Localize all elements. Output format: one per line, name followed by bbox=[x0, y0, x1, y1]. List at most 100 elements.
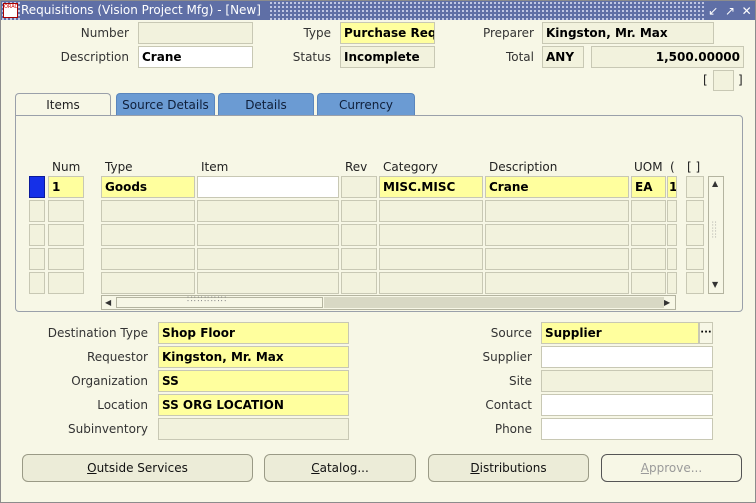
col-header-uom: UOM bbox=[634, 160, 663, 174]
supplier-label: Supplier bbox=[482, 350, 532, 364]
empty-cell[interactable] bbox=[48, 272, 84, 294]
maximize-icon[interactable]: ↗ bbox=[723, 5, 737, 17]
scroll-down-icon[interactable]: ▼ bbox=[712, 280, 718, 290]
source-field[interactable]: Supplier bbox=[541, 322, 699, 344]
row-selector[interactable] bbox=[29, 200, 45, 222]
empty-cell[interactable] bbox=[485, 200, 629, 222]
empty-cell[interactable] bbox=[197, 272, 339, 294]
empty-cell[interactable] bbox=[667, 200, 677, 222]
line-num-cell[interactable]: 1 bbox=[48, 176, 84, 198]
empty-cell[interactable] bbox=[48, 200, 84, 222]
oracle-app-icon: ORACLE bbox=[3, 3, 18, 18]
grid-horizontal-scrollbar[interactable]: ◀ ∷∷∷∷∷∷ ▶ bbox=[101, 295, 676, 310]
scroll-left-icon[interactable]: ◀ bbox=[105, 298, 111, 308]
empty-cell[interactable] bbox=[341, 272, 377, 294]
empty-cell[interactable] bbox=[379, 248, 483, 270]
row-selector[interactable] bbox=[29, 224, 45, 246]
status-field[interactable]: Incomplete bbox=[340, 46, 435, 68]
tab-details[interactable]: Details bbox=[218, 93, 314, 115]
mnemonic: D bbox=[470, 461, 480, 475]
tab-items[interactable]: Items bbox=[15, 93, 111, 116]
location-field[interactable]: SS ORG LOCATION bbox=[158, 394, 349, 416]
empty-cell[interactable] bbox=[667, 248, 677, 270]
empty-cell[interactable] bbox=[485, 248, 629, 270]
empty-cell[interactable] bbox=[667, 224, 677, 246]
line-type-cell[interactable]: Goods bbox=[101, 176, 195, 198]
catalog-button[interactable]: Catalog... bbox=[264, 454, 416, 482]
empty-cell[interactable] bbox=[686, 272, 704, 294]
empty-cell[interactable] bbox=[341, 200, 377, 222]
row-selector[interactable] bbox=[29, 272, 45, 294]
line-flexfield-cell[interactable] bbox=[686, 176, 704, 198]
button-label: utside Services bbox=[96, 461, 188, 475]
description-label: Description bbox=[60, 50, 129, 64]
row-selector[interactable] bbox=[29, 248, 45, 270]
line-rev-cell[interactable] bbox=[341, 176, 377, 198]
phone-field[interactable] bbox=[541, 418, 713, 440]
empty-cell[interactable] bbox=[631, 224, 666, 246]
subinventory-field[interactable] bbox=[158, 418, 349, 440]
empty-cell[interactable] bbox=[379, 224, 483, 246]
scroll-thumb-grip-icon[interactable]: ∷ ∷ ∷ bbox=[712, 221, 716, 240]
requestor-field[interactable]: Kingston, Mr. Max bbox=[158, 346, 349, 368]
description-field[interactable]: Crane bbox=[138, 46, 253, 68]
site-field[interactable] bbox=[541, 370, 713, 392]
header-flexfield[interactable] bbox=[713, 70, 734, 91]
empty-cell[interactable] bbox=[197, 248, 339, 270]
empty-cell[interactable] bbox=[686, 200, 704, 222]
contact-field[interactable] bbox=[541, 394, 713, 416]
line-description-cell[interactable]: Crane bbox=[485, 176, 629, 198]
total-currency-field[interactable]: ANY bbox=[542, 46, 584, 68]
empty-cell[interactable] bbox=[631, 272, 666, 294]
horizontal-scroll-track[interactable] bbox=[324, 297, 664, 308]
empty-cell[interactable] bbox=[48, 248, 84, 270]
supplier-field[interactable] bbox=[541, 346, 713, 368]
empty-cell[interactable] bbox=[48, 224, 84, 246]
empty-cell[interactable] bbox=[631, 200, 666, 222]
row-selector-current[interactable] bbox=[29, 176, 45, 198]
scroll-up-icon[interactable]: ▲ bbox=[712, 179, 718, 189]
destination-type-field[interactable]: Shop Floor bbox=[158, 322, 349, 344]
empty-cell[interactable] bbox=[485, 224, 629, 246]
total-amount-field[interactable]: 1,500.00000 bbox=[591, 46, 744, 68]
line-uom-cell[interactable]: EA bbox=[631, 176, 666, 198]
tab-source-details[interactable]: Source Details bbox=[116, 93, 215, 115]
title-bar[interactable]: ORACLE Requisitions (Vision Project Mfg)… bbox=[1, 1, 755, 20]
empty-cell[interactable] bbox=[197, 224, 339, 246]
scroll-right-icon[interactable]: ▶ bbox=[664, 298, 670, 308]
empty-cell[interactable] bbox=[667, 272, 677, 294]
close-icon[interactable]: ✕ bbox=[740, 5, 754, 17]
horizontal-scroll-thumb[interactable]: ∷∷∷∷∷∷ bbox=[116, 295, 323, 308]
source-lov-button[interactable]: ··· bbox=[699, 322, 713, 344]
empty-cell[interactable] bbox=[686, 224, 704, 246]
organization-field[interactable]: SS bbox=[158, 370, 349, 392]
preparer-field[interactable]: Kingston, Mr. Max bbox=[542, 22, 714, 44]
empty-cell[interactable] bbox=[197, 200, 339, 222]
line-quantity-cell[interactable]: 1 bbox=[667, 176, 677, 198]
empty-cell[interactable] bbox=[341, 248, 377, 270]
line-item-cell[interactable] bbox=[197, 176, 339, 198]
empty-cell[interactable] bbox=[101, 224, 195, 246]
type-field[interactable]: Purchase Requ bbox=[340, 22, 435, 44]
site-label: Site bbox=[508, 374, 532, 388]
empty-cell[interactable] bbox=[101, 200, 195, 222]
empty-cell[interactable] bbox=[686, 248, 704, 270]
outside-services-button[interactable]: Outside Services bbox=[22, 454, 253, 482]
distributions-button[interactable]: Distributions bbox=[428, 454, 589, 482]
empty-cell[interactable] bbox=[101, 248, 195, 270]
line-category-cell[interactable]: MISC.MISC bbox=[379, 176, 483, 198]
approve-button[interactable]: Approve... bbox=[601, 454, 742, 482]
button-label: pprove... bbox=[649, 461, 703, 475]
number-field[interactable] bbox=[138, 22, 253, 44]
empty-cell[interactable] bbox=[485, 272, 629, 294]
empty-cell[interactable] bbox=[101, 272, 195, 294]
tab-currency[interactable]: Currency bbox=[317, 93, 415, 115]
empty-cell[interactable] bbox=[631, 248, 666, 270]
minimize-icon[interactable]: ↙ bbox=[706, 5, 720, 17]
empty-cell[interactable] bbox=[341, 224, 377, 246]
empty-cell[interactable] bbox=[379, 200, 483, 222]
col-header-category: Category bbox=[383, 160, 438, 174]
total-label: Total bbox=[505, 50, 534, 64]
empty-cell[interactable] bbox=[379, 272, 483, 294]
grid-vertical-scrollbar[interactable]: ▲ ∷ ∷ ∷ ▼ bbox=[708, 176, 724, 294]
